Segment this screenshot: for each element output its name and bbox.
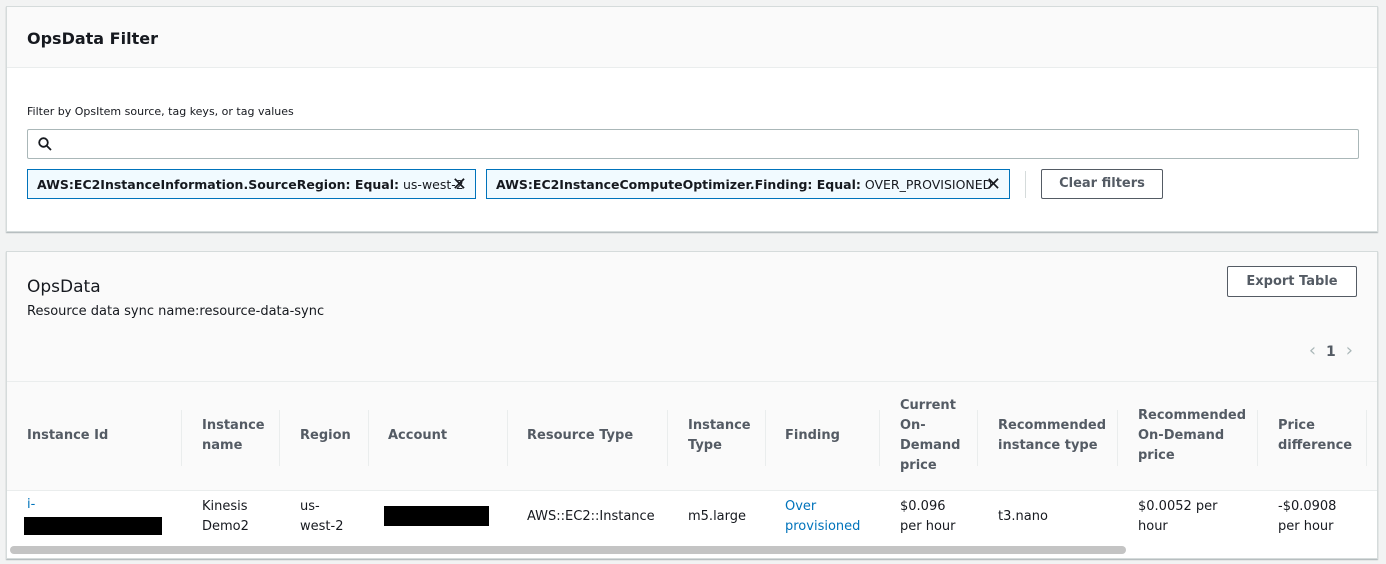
filter-token-region: AWS:EC2InstanceInformation.SourceRegion:…: [27, 169, 476, 199]
price-difference: -$0.0908 per hour: [1278, 499, 1337, 534]
col-instance-name[interactable]: Instance name: [202, 382, 277, 490]
col-price-difference[interactable]: Price difference: [1278, 382, 1358, 490]
recommended-price: $0.0052 per hour: [1138, 499, 1218, 534]
opsdata-filter-panel: OpsData Filter Filter by OpsItem source,…: [6, 6, 1378, 232]
col-current-price[interactable]: Current On-Demand price: [900, 382, 965, 490]
export-table-button[interactable]: Export Table: [1227, 266, 1357, 297]
opsdata-panel: OpsData Resource data sync name:resource…: [6, 251, 1378, 559]
filter-search-input[interactable]: [27, 129, 1359, 159]
token-key: AWS:EC2InstanceComputeOptimizer.Finding:…: [496, 177, 861, 192]
filter-label: Filter by OpsItem source, tag keys, or t…: [27, 105, 294, 118]
instance-type: m5.large: [688, 509, 747, 524]
token-value: OVER_PROVISIONED: [864, 177, 993, 192]
finding-link[interactable]: Over provisioned: [785, 497, 870, 537]
divider: [1025, 171, 1026, 198]
col-recommended-price[interactable]: Recommended On-Demand price: [1138, 382, 1248, 490]
col-account[interactable]: Account: [388, 382, 498, 490]
region: us-west-2: [300, 499, 344, 534]
redacted-account: [384, 506, 489, 526]
col-instance-type[interactable]: Instance Type: [688, 382, 758, 490]
sync-name: Resource data sync name:resource-data-sy…: [27, 304, 325, 319]
clear-filters-button[interactable]: Clear filters: [1041, 169, 1163, 199]
chevron-left-icon[interactable]: ‹: [1309, 340, 1316, 361]
col-recommended-type[interactable]: Recommended instance type: [998, 382, 1108, 490]
close-icon[interactable]: ✕: [986, 170, 1001, 200]
col-finding[interactable]: Finding: [785, 382, 875, 490]
horizontal-scrollbar[interactable]: [10, 546, 1126, 554]
filter-token-finding: AWS:EC2InstanceComputeOptimizer.Finding:…: [486, 169, 1010, 199]
opsdata-title: OpsData: [27, 277, 101, 297]
opsdata-table: Instance Id Instance name Region Account…: [7, 381, 1377, 558]
token-key: AWS:EC2InstanceInformation.SourceRegion:…: [37, 177, 400, 192]
redacted-instance-id: [24, 517, 162, 535]
instance-name: Kinesis Demo2: [202, 499, 249, 534]
instance-id-link[interactable]: i-: [27, 495, 35, 515]
recommended-type: t3.nano: [998, 509, 1048, 524]
col-resource-type[interactable]: Resource Type: [527, 382, 657, 490]
pagination: ‹ 1 ›: [1299, 340, 1363, 361]
page-number[interactable]: 1: [1326, 344, 1336, 360]
search-icon: [38, 137, 52, 151]
chevron-right-icon[interactable]: ›: [1346, 340, 1353, 361]
filter-panel-title: OpsData Filter: [7, 7, 1377, 68]
resource-type: AWS::EC2::Instance: [527, 509, 655, 524]
col-instance-id[interactable]: Instance Id: [27, 382, 167, 490]
current-price: $0.096 per hour: [900, 499, 956, 534]
col-region[interactable]: Region: [300, 382, 360, 490]
close-icon[interactable]: ✕: [452, 170, 467, 200]
